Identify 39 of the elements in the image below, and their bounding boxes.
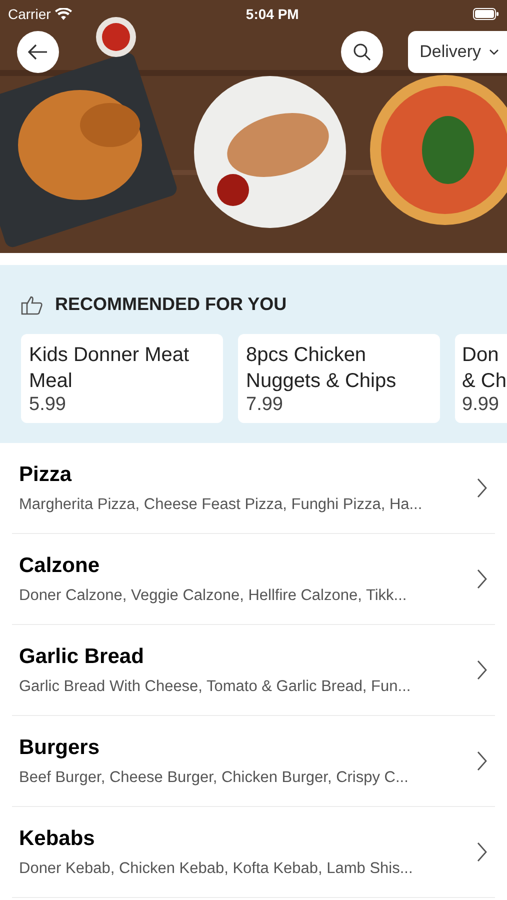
thumbs-up-icon [21,294,43,314]
category-row[interactable]: Garlic Bread Garlic Bread With Cheese, Tomato & Garlic Bread, Fun... [12,625,495,716]
wifi-icon [54,8,72,20]
battery-icon [472,8,499,20]
category-items: Doner Calzone, Veggie Calzone, Hellfire Calzone, Tikk... [19,586,408,606]
chevron-right-icon [477,751,487,771]
category-row[interactable]: Calzone Doner Calzone, Veggie Calzone, Hellfire Calzone, Tikk... [12,534,495,625]
item-price: 9.99 [462,394,500,416]
chevron-right-icon [477,569,487,589]
category-name: Kebabs [19,826,96,852]
recommended-card[interactable]: Kids Donner Meat Meal 5.99 [21,334,223,423]
category-items: Garlic Bread With Cheese, Tomato & Garlic Bread, Fun... [19,676,412,696]
item-price: 7.99 [246,394,284,416]
chevron-right-icon [477,478,487,498]
item-name: Don & Ch [462,343,507,394]
carrier-label: Carrier [8,4,51,24]
category-name: Calzone [19,552,101,578]
chevron-right-icon [477,660,487,680]
category-row[interactable]: Kebabs Doner Kebab, Chicken Kebab, Kofta Kebab, Lamb Shis... [12,807,495,898]
item-name: Kids Donner Meat Meal [29,343,190,394]
category-items: Beef Burger, Cheese Burger, Chicken Burger, Crispy C... [19,768,410,788]
category-name: Pizza [19,462,73,488]
delivery-dropdown[interactable]: Delivery [408,31,507,73]
category-row[interactable]: Burgers Beef Burger, Cheese Burger, Chicken Burger, Crispy C... [12,716,495,807]
item-price: 5.99 [29,394,67,416]
category-items: Margherita Pizza, Cheese Feast Pizza, Funghi Pizza, Ha... [19,494,424,514]
category-name: Garlic Bread [19,644,145,670]
chevron-right-icon [477,842,487,862]
category-name: Burgers [19,734,101,760]
back-arrow-icon [28,44,48,60]
item-name: 8pcs Chicken Nuggets & Chips [246,343,398,394]
recommended-card[interactable]: 8pcs Chicken Nuggets & Chips 7.99 [238,334,440,423]
status-time: 5:04 PM [246,4,299,24]
section-title: RECOMMENDED FOR YOU [55,293,287,316]
category-row[interactable]: Pizza Margherita Pizza, Cheese Feast Pizza, Funghi Pizza, Ha... [12,443,495,534]
recommended-card[interactable]: Don & Ch 9.99 [455,334,507,423]
search-icon [352,43,371,61]
caret-icon [489,49,499,55]
category-items: Doner Kebab, Chicken Kebab, Kofta Kebab, Lamb Shis... [19,858,414,878]
